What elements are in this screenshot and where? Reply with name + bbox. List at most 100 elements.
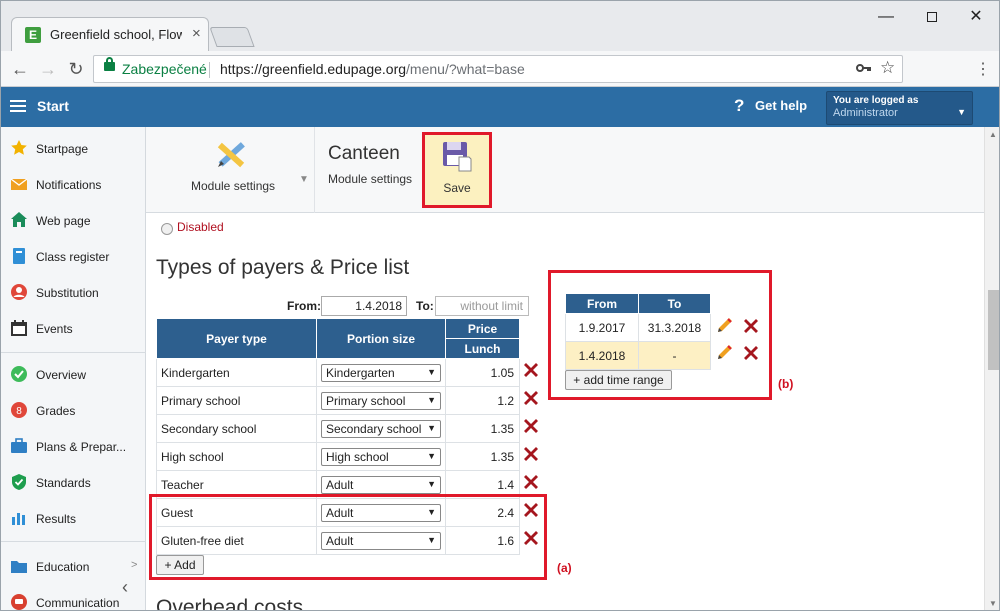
collapse-sidebar-chevron-icon[interactable]: ‹ [122,577,128,598]
sidebar-item-label: Class register [36,250,110,264]
portion-size-value: Secondary school [326,421,422,436]
delete-x-icon[interactable] [742,317,760,335]
sidebar-item-notifications[interactable]: Notifications [1,165,146,201]
delete-x-icon[interactable] [522,361,540,379]
vertical-scrollbar[interactable]: ▲ ▼ [984,127,999,610]
logged-in-label: You are logged as [833,95,919,106]
grades-icon: 8 [11,402,27,418]
sidebar-item-label: Substitution [36,286,99,300]
minimize-icon[interactable]: — [863,5,909,29]
url-text[interactable]: https://greenfield.edupage.org/menu/?wha… [220,61,525,77]
table-row[interactable]: 1.9.2017 31.3.2018 [565,313,711,342]
price-cell[interactable]: 1.35 [445,414,520,443]
sidebar-item-label: Results [36,512,77,526]
module-settings-button[interactable]: Module settings [191,179,275,193]
sidebar: Startpage Notifications Web page Class r… [1,127,146,610]
range-from-cell: 1.4.2018 [565,341,639,370]
hamburger-menu-icon[interactable] [10,100,26,102]
scroll-down-icon[interactable]: ▼ [989,599,997,608]
url-path: /menu/?what=base [406,61,525,77]
sidebar-item-class-register[interactable]: Class register [1,237,146,273]
scroll-up-icon[interactable]: ▲ [989,130,997,139]
save-button[interactable]: Save [422,132,492,208]
range-to-header: To [638,293,711,314]
sidebar-item-web-page[interactable]: Web page [1,201,146,237]
address-bar[interactable]: Zabezpečené https://greenfield.edupage.o… [93,55,903,83]
delete-x-icon[interactable] [522,417,540,435]
price-cell[interactable]: 1.2 [445,386,520,415]
tab-close-icon[interactable]: × [192,25,201,42]
to-date-input[interactable]: without limit [435,296,529,316]
price-cell[interactable]: 1.35 [445,442,520,471]
sidebar-item-grades[interactable]: 8 Grades [1,391,146,427]
sidebar-item-overview[interactable]: Overview [1,355,146,391]
sidebar-divider [1,541,146,542]
sidebar-item-events[interactable]: Events [1,309,146,345]
price-header: Price [445,318,520,339]
from-label: From: [287,299,321,313]
get-help-link[interactable]: Get help [755,98,807,113]
delete-x-icon[interactable] [522,473,540,491]
check-circle-icon [11,366,27,382]
select-caret-icon: ▼ [427,478,436,489]
ribbon-separator [314,127,315,213]
scrollbar-thumb[interactable] [988,290,999,370]
table-row[interactable]: 1.4.2018 - [565,341,711,370]
pencil-ruler-icon[interactable] [214,139,248,171]
shield-check-icon [12,474,26,490]
sidebar-item-substitution[interactable]: Substitution [1,273,146,309]
envelope-icon [10,178,28,190]
delete-x-icon[interactable] [742,344,760,362]
new-tab-button[interactable] [209,27,255,47]
bar-chart-icon [12,513,25,525]
sidebar-item-label: Notifications [36,178,102,192]
reload-icon[interactable]: ↻ [65,58,87,80]
select-caret-icon: ▼ [427,450,436,461]
edit-pencil-icon[interactable] [715,344,735,362]
sidebar-item-results[interactable]: Results [1,499,146,535]
sidebar-item-plans[interactable]: Plans & Prepar... [1,427,146,463]
back-arrow-icon[interactable]: ← [9,58,31,80]
from-date-input[interactable]: 1.4.2018 [321,296,407,316]
forward-arrow-icon[interactable]: → [37,58,59,80]
portion-size-select[interactable]: Secondary school ▼ [321,419,441,438]
close-window-icon[interactable]: ✕ [953,5,999,29]
disabled-radio[interactable] [161,223,173,235]
annotation-label-a: (a) [557,561,572,575]
maximize-icon[interactable] [909,5,955,29]
star-icon [11,140,27,155]
range-to-cell: 31.3.2018 [638,313,711,342]
portion-size-select[interactable]: Adult ▼ [321,475,441,494]
annotation-box-a [149,494,547,580]
dropdown-caret-icon: ▼ [957,107,966,117]
portion-size-select[interactable]: Kindergarten ▼ [321,363,441,382]
user-account-dropdown[interactable]: You are logged as Administrator ▼ [826,91,973,125]
portion-size-cell: Kindergarten ▼ [316,358,446,387]
portion-size-select[interactable]: Primary school ▼ [321,391,441,410]
house-icon [11,212,27,227]
delete-x-icon[interactable] [522,445,540,463]
bookmark-star-icon[interactable]: ☆ [880,58,895,78]
range-from-cell: 1.9.2017 [565,313,639,342]
select-caret-icon: ▼ [427,366,436,377]
canteen-title: Canteen [328,143,400,164]
browser-menu-icon[interactable]: ⋮ [975,59,991,79]
key-icon[interactable] [856,60,872,80]
sidebar-item-startpage[interactable]: Startpage [1,129,146,165]
sidebar-item-standards[interactable]: Standards [1,463,146,499]
module-settings-dropdown-icon[interactable]: ▼ [299,174,309,185]
portion-size-value: Adult [326,477,354,492]
browser-tab[interactable]: E Greenfield school, Flowers × [11,17,209,51]
portion-size-select[interactable]: High school ▼ [321,447,441,466]
payer-type-cell: High school [156,442,317,471]
add-time-range-button[interactable]: + add time range [565,370,672,390]
portion-size-cell: High school ▼ [316,442,446,471]
delete-x-icon[interactable] [522,389,540,407]
help-question-icon[interactable]: ? [734,96,744,116]
chat-icon [11,594,27,610]
price-cell[interactable]: 1.05 [445,358,520,387]
edit-pencil-icon[interactable] [715,317,735,335]
start-link[interactable]: Start [37,98,69,114]
portion-size-cell: Secondary school ▼ [316,414,446,443]
sidebar-item-label: Education [36,560,90,574]
